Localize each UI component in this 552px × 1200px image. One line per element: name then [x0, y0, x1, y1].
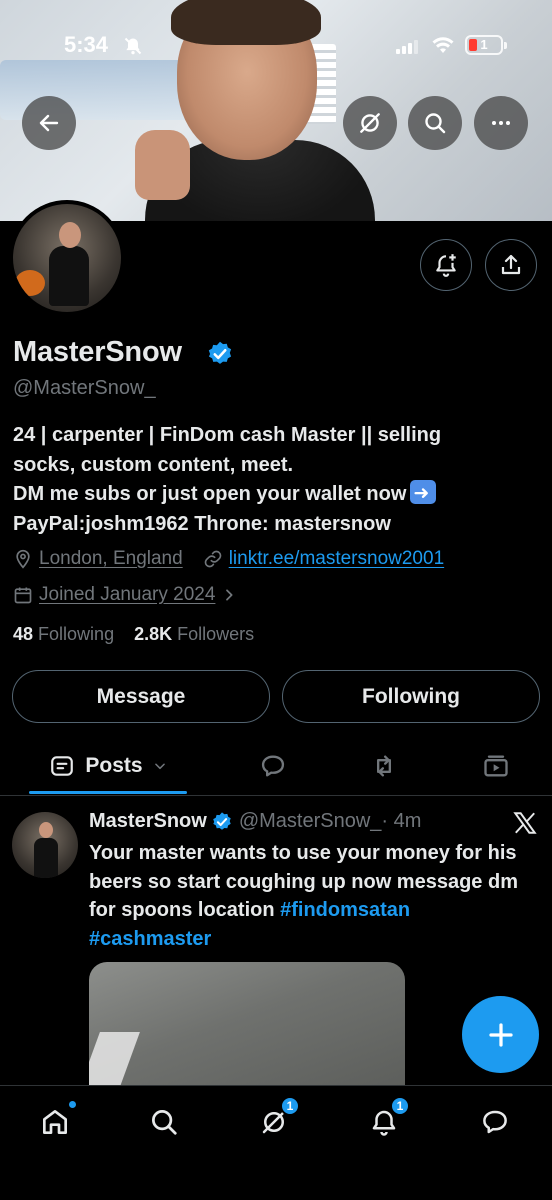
search-button[interactable]	[408, 96, 462, 150]
followers-count: 2.8K	[134, 624, 173, 644]
profile-joined-date: Joined January 2024	[39, 584, 216, 605]
verified-badge-icon	[213, 811, 231, 830]
nav-messages[interactable]	[475, 1102, 515, 1142]
profile-meta-row: London, England linktr.ee/mastersnow2001	[13, 548, 444, 570]
more-horizontal-icon	[492, 121, 510, 125]
post-avatar-head	[39, 822, 53, 838]
right-arrow-emoji-icon	[410, 479, 437, 509]
location-pin-icon	[16, 549, 30, 569]
banner-hair	[171, 0, 321, 45]
tab-posts-label: Posts	[85, 754, 143, 777]
repost-icon	[377, 755, 391, 777]
nav-grok[interactable]: 1	[254, 1096, 300, 1142]
tabs-divider	[0, 795, 552, 796]
bio-line: 24 | carpenter | FinDom cash Master || s…	[13, 424, 442, 446]
post-header: MasterSnow @MasterSnow_ · 4m	[89, 810, 421, 833]
post-author-name[interactable]: MasterSnow	[89, 810, 207, 833]
post-avatar-body	[34, 838, 58, 878]
notifications-badge: 1	[390, 1096, 410, 1116]
profile-joined-row[interactable]: Joined January 2024	[13, 584, 237, 606]
calendar-icon	[14, 587, 32, 604]
bio-line: DM me subs or just open your wallet now	[13, 479, 533, 510]
share-button[interactable]	[485, 239, 537, 291]
notify-bell-button[interactable]	[420, 239, 472, 291]
battery-nub	[504, 42, 507, 49]
post-author-avatar[interactable]	[12, 812, 78, 878]
following-count-link[interactable]: 48 Following	[13, 624, 114, 644]
banner-hand	[135, 130, 190, 200]
bottom-navigation: 1 1	[0, 1085, 552, 1200]
profile-handle: @MasterSnow_	[13, 377, 156, 399]
back-button[interactable]	[22, 96, 76, 150]
avatar-pumpkin	[15, 270, 45, 296]
chat-bubble-icon	[483, 1110, 507, 1134]
grok-button[interactable]	[343, 96, 397, 150]
media-icon	[484, 755, 508, 777]
followers-count-link[interactable]: 2.8K Followers	[134, 624, 254, 644]
post-body: Your master wants to use your money for …	[89, 839, 529, 953]
arrow-left-icon	[39, 114, 59, 132]
following-label: Following	[38, 624, 115, 644]
wifi-icon	[432, 37, 454, 53]
post-timestamp: · 4m	[381, 810, 422, 832]
bell-muted-icon	[124, 37, 142, 55]
bio-line-text: DM me subs or just open your wallet now	[13, 483, 407, 505]
avatar-body	[49, 246, 89, 306]
nav-search[interactable]	[144, 1102, 184, 1142]
x-logo-icon	[513, 812, 537, 834]
tab-replies[interactable]	[250, 738, 296, 794]
nav-home[interactable]	[35, 1100, 77, 1142]
nav-notifications[interactable]: 1	[364, 1096, 410, 1142]
bio-line: PayPal:joshm1962 Throne: mastersnow	[13, 512, 391, 535]
post-media-image[interactable]	[89, 962, 405, 1092]
banner-person	[135, 0, 375, 221]
tab-media[interactable]	[473, 738, 519, 794]
message-button[interactable]: Message	[12, 670, 270, 723]
cellular-signal-icon	[396, 40, 418, 54]
tab-active-indicator	[29, 791, 187, 794]
home-unread-dot	[68, 1100, 77, 1109]
home-icon	[43, 1110, 67, 1134]
link-icon	[204, 550, 222, 568]
following-count: 48	[13, 624, 34, 644]
profile-display-name: MasterSnow	[13, 336, 182, 368]
chevron-right-icon	[226, 589, 233, 601]
share-icon	[501, 254, 521, 275]
status-time: 5:34	[64, 32, 109, 57]
bio-line: socks, custom content, meet.	[13, 453, 294, 476]
profile-website-link[interactable]: linktr.ee/mastersnow2001	[229, 548, 444, 570]
search-icon	[152, 1110, 177, 1135]
reply-bubble-icon	[261, 755, 285, 777]
follow-counts: 48 Following 2.8K Followers	[13, 624, 254, 645]
following-button[interactable]: Following	[282, 670, 540, 723]
bell-plus-icon	[436, 254, 456, 277]
profile-avatar[interactable]	[9, 200, 125, 316]
post-author-handle[interactable]: @MasterSnow_	[239, 810, 382, 833]
grok-icon	[360, 113, 380, 133]
tab-posts[interactable]: Posts	[29, 738, 187, 794]
profile-location[interactable]: London, England	[39, 548, 183, 570]
battery-indicator: 1	[465, 35, 507, 55]
tab-reposts[interactable]	[361, 738, 407, 794]
battery-level: 1	[480, 37, 488, 52]
grok-badge: 1	[280, 1096, 300, 1116]
chevron-down-icon	[154, 763, 165, 770]
avatar-head	[59, 222, 81, 248]
posts-icon	[51, 756, 74, 776]
search-icon	[425, 113, 446, 134]
plus-icon	[488, 1022, 513, 1047]
profile-tabs: Posts	[0, 738, 552, 796]
verified-badge-icon	[208, 341, 232, 364]
media-streak	[89, 1032, 140, 1092]
profile-bio: 24 | carpenter | FinDom cash Master || s…	[13, 421, 533, 539]
followers-label: Followers	[177, 624, 255, 644]
more-options-button[interactable]	[474, 96, 528, 150]
compose-post-button[interactable]	[462, 996, 539, 1073]
